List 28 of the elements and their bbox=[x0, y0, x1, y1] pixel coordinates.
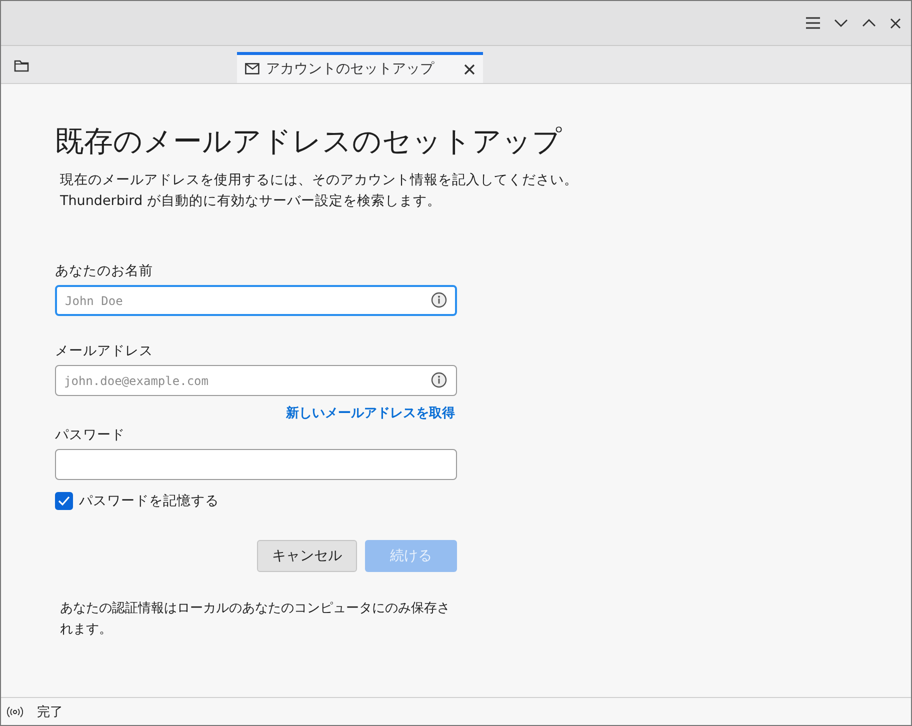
info-icon[interactable] bbox=[431, 292, 447, 308]
status-text: 完了 bbox=[37, 704, 63, 720]
input-field[interactable]: john.doe@example.com bbox=[55, 365, 457, 396]
minimize-icon[interactable] bbox=[834, 19, 848, 27]
page-heading: 既存のメールアドレスのセットアップ bbox=[55, 123, 563, 160]
cancel-button[interactable]: キャンセル bbox=[257, 540, 357, 572]
close-icon[interactable] bbox=[464, 64, 475, 74]
info-icon[interactable] bbox=[431, 372, 447, 388]
checkbox-label: パスワードを記憶する bbox=[79, 492, 219, 510]
description-text: Thunderbird が自動的に有効なサーバー設定を検索します。 bbox=[60, 192, 442, 211]
close-icon[interactable] bbox=[890, 18, 901, 28]
maximize-icon[interactable] bbox=[862, 19, 876, 27]
checkbox[interactable] bbox=[55, 492, 73, 510]
privacy-note: あなたの認証情報はローカルのあなたのコンピュータにのみ保存されます。 bbox=[60, 600, 451, 639]
input-field[interactable]: John Doe bbox=[55, 285, 457, 316]
field-label: パスワード bbox=[55, 426, 125, 444]
new-address-link[interactable]: 新しいメールアドレスを取得 bbox=[286, 404, 455, 422]
check-icon bbox=[58, 496, 70, 506]
field-label: メールアドレス bbox=[55, 342, 153, 360]
tab[interactable]: アカウントのセットアップ bbox=[237, 52, 483, 83]
input-field[interactable] bbox=[55, 449, 457, 480]
description-text: 現在のメールアドレスを使用するには、そのアカウント情報を記入してください。 bbox=[60, 171, 579, 190]
field-label: あなたのお名前 bbox=[55, 262, 153, 280]
signal-icon bbox=[7, 706, 23, 718]
tab-label: アカウントのセットアップ bbox=[266, 60, 436, 78]
folder-icon[interactable] bbox=[14, 60, 29, 72]
envelope-icon bbox=[245, 63, 260, 75]
menu-icon[interactable] bbox=[806, 17, 820, 29]
